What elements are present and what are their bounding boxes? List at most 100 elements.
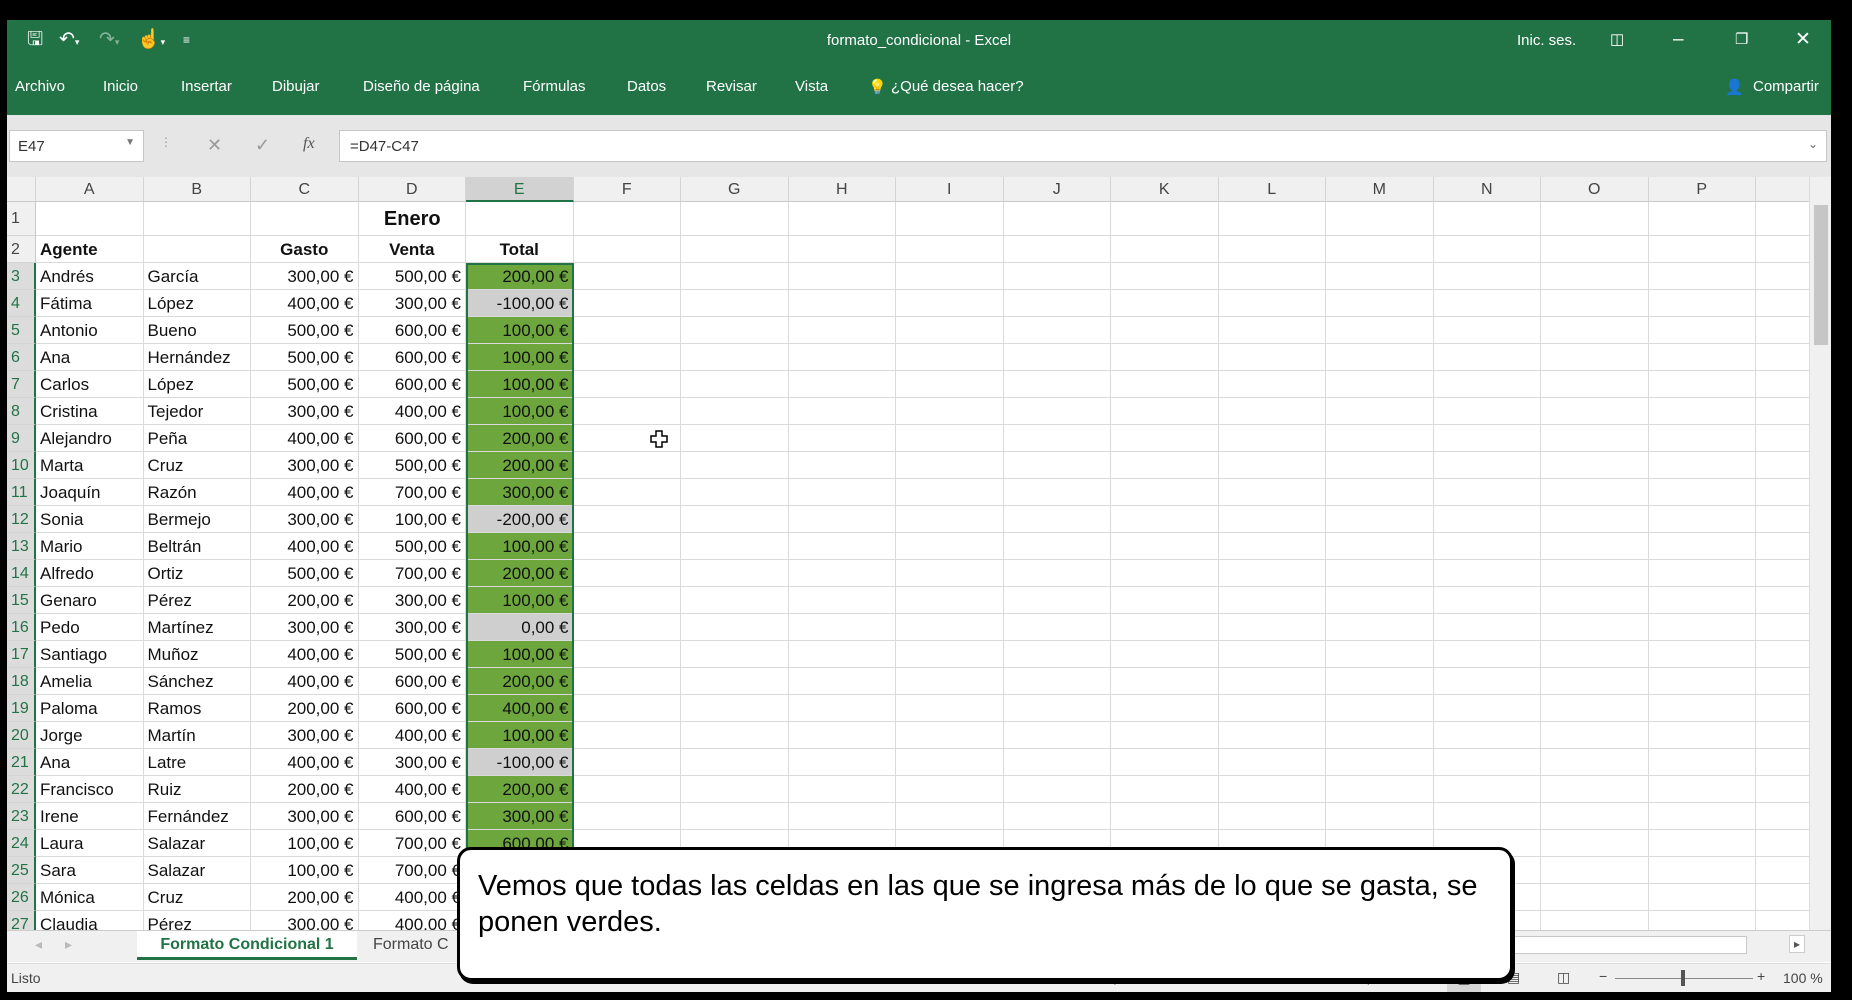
cell[interactable]	[1433, 560, 1541, 587]
cancel-icon[interactable]: ✕	[207, 135, 222, 156]
cell[interactable]	[896, 749, 1004, 776]
cell[interactable]	[1756, 371, 1809, 398]
cell[interactable]	[573, 452, 681, 479]
cell-gasto[interactable]: 500,00 €	[251, 371, 359, 398]
cell[interactable]	[1648, 857, 1756, 884]
cell[interactable]	[896, 398, 1004, 425]
cell-last-name[interactable]: Latre	[143, 749, 251, 776]
formula-input[interactable]: =D47-C47 ⌄	[339, 130, 1827, 162]
cell-venta[interactable]: 600,00 €	[358, 425, 466, 452]
cell-venta[interactable]: 600,00 €	[358, 317, 466, 344]
row-header[interactable]: 5	[7, 317, 36, 344]
cell[interactable]	[1326, 202, 1434, 236]
cell[interactable]	[1326, 236, 1434, 263]
row-header[interactable]: 3	[7, 263, 36, 290]
cell[interactable]	[1648, 722, 1756, 749]
row-header[interactable]: 18	[7, 668, 36, 695]
cell[interactable]	[1648, 614, 1756, 641]
cell-last-name[interactable]: Ortiz	[143, 560, 251, 587]
cell-gasto[interactable]: 300,00 €	[251, 614, 359, 641]
cell[interactable]	[1756, 344, 1809, 371]
cell[interactable]	[1541, 202, 1649, 236]
cell[interactable]	[788, 533, 896, 560]
cell-venta[interactable]: 400,00 €	[358, 884, 466, 911]
cell[interactable]	[1003, 641, 1111, 668]
cell[interactable]	[896, 290, 1004, 317]
cell[interactable]	[1003, 263, 1111, 290]
drag-handle-icon[interactable]: ⋮	[160, 135, 172, 149]
cell-first-name[interactable]: Joaquín	[36, 479, 144, 506]
cell-gasto[interactable]: 400,00 €	[251, 290, 359, 317]
cell-first-name[interactable]: Mónica	[36, 884, 144, 911]
cell[interactable]	[788, 614, 896, 641]
cell-first-name[interactable]: Mario	[36, 533, 144, 560]
cell[interactable]	[573, 803, 681, 830]
cell[interactable]	[1111, 479, 1219, 506]
row-header[interactable]: 4	[7, 290, 36, 317]
zoom-in-icon[interactable]: +	[1757, 968, 1765, 984]
cell[interactable]	[1756, 506, 1809, 533]
cell-last-name[interactable]: Cruz	[143, 452, 251, 479]
cell[interactable]	[1111, 506, 1219, 533]
cell[interactable]	[1003, 317, 1111, 344]
cell[interactable]	[1756, 452, 1809, 479]
cell[interactable]	[788, 506, 896, 533]
minimize-icon[interactable]: –	[1673, 29, 1684, 51]
cell[interactable]	[1326, 749, 1434, 776]
cell[interactable]	[1541, 344, 1649, 371]
next-sheet-icon[interactable]: ▸	[65, 936, 72, 953]
enter-icon[interactable]: ✓	[255, 135, 270, 156]
cell[interactable]	[1756, 803, 1809, 830]
row-header[interactable]: 1	[7, 202, 36, 236]
cell[interactable]	[1648, 425, 1756, 452]
cell[interactable]	[681, 668, 789, 695]
column-header-j[interactable]: J	[1003, 177, 1111, 202]
insert-function-icon[interactable]: fx	[303, 135, 315, 153]
cell[interactable]	[896, 560, 1004, 587]
cell[interactable]	[1433, 398, 1541, 425]
cell[interactable]	[573, 533, 681, 560]
column-header-k[interactable]: K	[1111, 177, 1219, 202]
cell[interactable]	[1541, 695, 1649, 722]
cell[interactable]	[1756, 749, 1809, 776]
cell[interactable]	[573, 722, 681, 749]
cell[interactable]	[1218, 533, 1326, 560]
cell[interactable]	[1003, 587, 1111, 614]
cell[interactable]	[1648, 479, 1756, 506]
row-header[interactable]: 13	[7, 533, 36, 560]
cell[interactable]	[1756, 695, 1809, 722]
tell-me-search[interactable]: ¿Qué desea hacer?	[891, 78, 1024, 95]
cell[interactable]	[1218, 398, 1326, 425]
cell-total[interactable]: 100,00 €	[466, 587, 574, 614]
select-all-corner[interactable]	[7, 177, 36, 202]
tab-vista[interactable]: Vista	[795, 78, 828, 95]
cell[interactable]	[896, 479, 1004, 506]
cell-gasto[interactable]: 400,00 €	[251, 749, 359, 776]
cell-last-name[interactable]: García	[143, 263, 251, 290]
cell[interactable]	[1756, 884, 1809, 911]
cell[interactable]	[1756, 911, 1809, 930]
cell[interactable]	[681, 317, 789, 344]
cell[interactable]	[1433, 202, 1541, 236]
cell[interactable]	[896, 803, 1004, 830]
cell[interactable]	[681, 776, 789, 803]
cell-gasto[interactable]: 200,00 €	[251, 695, 359, 722]
cell-venta[interactable]: 600,00 €	[358, 344, 466, 371]
cell[interactable]	[1756, 587, 1809, 614]
cell[interactable]	[1003, 479, 1111, 506]
cell-gasto[interactable]: 500,00 €	[251, 560, 359, 587]
cell-last-name[interactable]: Bueno	[143, 317, 251, 344]
cell[interactable]	[1003, 803, 1111, 830]
cell[interactable]	[1648, 668, 1756, 695]
cell-gasto[interactable]: 400,00 €	[251, 479, 359, 506]
cell[interactable]	[1541, 398, 1649, 425]
row-header[interactable]: 8	[7, 398, 36, 425]
cell-first-name[interactable]: Alfredo	[36, 560, 144, 587]
cell[interactable]	[1756, 202, 1809, 236]
cell[interactable]	[1326, 506, 1434, 533]
cell[interactable]	[1218, 452, 1326, 479]
cell[interactable]	[1541, 641, 1649, 668]
cell[interactable]	[1111, 722, 1219, 749]
cell[interactable]	[788, 290, 896, 317]
row-header[interactable]: 23	[7, 803, 36, 830]
